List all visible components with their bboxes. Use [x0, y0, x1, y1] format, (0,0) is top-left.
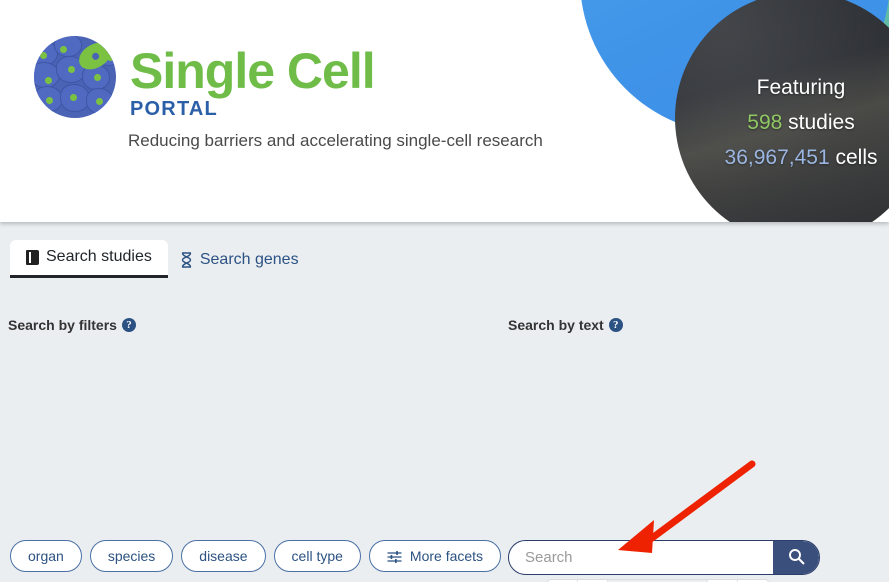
brand-wordmark: Single Cell PORTAL — [130, 43, 376, 120]
stats-cells-line: 36,967,451 cells — [675, 140, 889, 175]
main-content: Search studies Search genes Search by fi… — [0, 222, 889, 582]
facet-pill-more-facets[interactable]: More facets — [368, 540, 502, 572]
facet-pill-organ-label: organ — [28, 548, 64, 564]
search-by-text-text: Search by text — [508, 317, 604, 333]
facet-pill-cell-type[interactable]: cell type — [273, 540, 361, 572]
featuring-stats: Featuring 598 studies 36,967,451 cells — [675, 70, 889, 175]
stats-featuring-line: Featuring — [675, 70, 889, 105]
search-by-filters-text: Search by filters — [8, 317, 117, 333]
brand-subtitle: PORTAL — [130, 98, 218, 120]
question-circle-icon[interactable]: ? — [608, 318, 623, 332]
cells-logo-icon — [34, 36, 116, 118]
stats-cells-count: 36,967,451 — [724, 146, 830, 169]
search-by-text-box[interactable] — [508, 540, 820, 575]
brand-title: Single Cell — [130, 43, 376, 99]
tab-search-studies[interactable]: Search studies — [10, 240, 168, 278]
tab-search-studies-label: Search studies — [46, 248, 152, 265]
facet-pill-disease-label: disease — [199, 548, 248, 564]
facet-pill-organ[interactable]: organ — [10, 540, 82, 572]
search-by-text-label: Search by text ? — [508, 317, 623, 333]
stats-studies-word: studies — [788, 111, 855, 134]
facet-pill-list: organ species disease cell type More fac… — [10, 540, 502, 572]
search-submit-button[interactable] — [773, 541, 819, 574]
search-input[interactable] — [509, 541, 773, 574]
facet-pill-species[interactable]: species — [89, 540, 174, 572]
site-header: Featuring 598 studies 36,967,451 cells S… — [0, 0, 889, 222]
question-circle-icon[interactable]: ? — [121, 318, 136, 332]
magnifier-icon — [788, 548, 805, 568]
stats-studies-line: 598 studies — [675, 105, 889, 140]
stats-featuring-label: Featuring — [756, 76, 846, 99]
tab-search-genes-label: Search genes — [199, 251, 299, 268]
tab-search-genes[interactable]: Search genes — [168, 243, 315, 278]
dna-icon — [180, 252, 193, 268]
book-icon — [26, 249, 39, 265]
stats-studies-count: 598 — [747, 111, 783, 134]
facet-pill-more-facets-label: More facets — [409, 548, 484, 564]
facet-pill-cell-type-label: cell type — [291, 548, 343, 564]
facet-pill-species-label: species — [107, 548, 156, 564]
search-mode-tabs: Search studies Search genes — [10, 240, 315, 278]
stats-cells-word: cells — [835, 146, 878, 169]
search-by-filters-label: Search by filters ? — [8, 317, 136, 333]
tagline: Reducing barriers and accelerating singl… — [128, 131, 543, 150]
sliders-icon — [387, 550, 402, 563]
facet-pill-disease[interactable]: disease — [181, 540, 266, 572]
